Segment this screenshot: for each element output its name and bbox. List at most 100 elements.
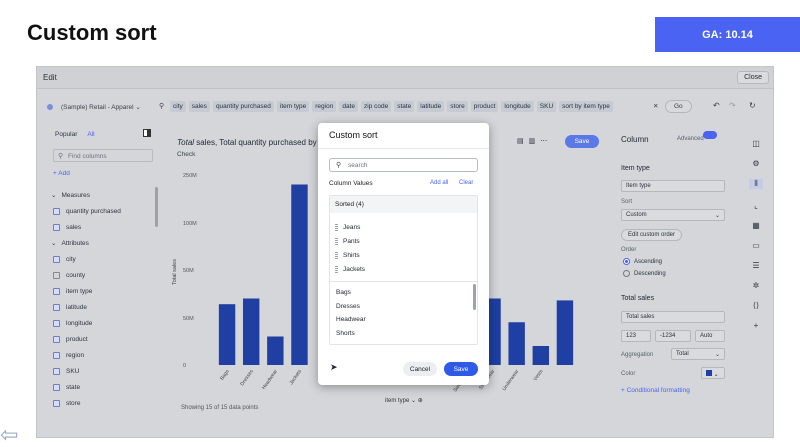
refresh-icon[interactable]: ↻ — [749, 101, 756, 110]
units-select[interactable]: Auto — [695, 330, 725, 342]
bar-watches[interactable] — [556, 300, 574, 365]
add-column-link[interactable]: + Add — [53, 170, 70, 177]
undo-icon[interactable]: ↶ — [713, 101, 720, 110]
cancel-button[interactable]: Cancel — [403, 362, 437, 376]
bar-bags[interactable] — [218, 304, 236, 365]
values-search-input[interactable]: ⚲ search — [329, 158, 478, 172]
search-token[interactable]: city — [170, 101, 186, 112]
negative-format-select[interactable]: -1234 — [655, 330, 691, 342]
item-type-field[interactable]: Item type — [621, 180, 725, 192]
checkbox[interactable] — [53, 207, 60, 215]
aggregation-select[interactable]: Total ⌄ — [671, 348, 725, 360]
columns-scrollbar[interactable] — [155, 187, 158, 227]
bar-underwear[interactable] — [508, 322, 525, 365]
ascending-radio[interactable]: Ascending — [623, 258, 662, 265]
checkbox[interactable] — [53, 351, 60, 359]
bug-icon[interactable]: ✲ — [749, 281, 763, 290]
x-axis-label[interactable]: item type ⌄ ⊕ — [385, 397, 423, 404]
advanced-toggle[interactable] — [703, 131, 717, 139]
descending-radio[interactable]: Descending — [623, 270, 666, 277]
column-item[interactable]: city — [51, 251, 155, 267]
drag-handle-icon[interactable] — [335, 251, 338, 259]
conditional-formatting-link[interactable]: + Conditional formatting — [621, 387, 690, 394]
color-picker[interactable]: ⌄ — [701, 367, 725, 379]
bar-headwear[interactable] — [267, 336, 284, 366]
tab-popular[interactable]: Popular — [55, 131, 77, 138]
find-columns-input[interactable]: ⚲ Find columns — [53, 149, 153, 162]
go-button[interactable]: Go — [665, 100, 692, 113]
search-token[interactable]: sort by item type — [559, 101, 613, 112]
number-format-select[interactable]: 123 — [621, 330, 651, 342]
display-icon[interactable]: ▭ — [749, 241, 763, 250]
search-token[interactable]: quantity purchased — [212, 101, 274, 112]
search-token[interactable]: longitude — [501, 101, 534, 112]
checkbox[interactable] — [53, 223, 60, 231]
column-item[interactable]: sales — [51, 219, 155, 235]
plus-icon[interactable]: + — [749, 321, 763, 330]
sorted-value-item[interactable]: Jeans — [330, 220, 477, 234]
unsorted-value-item[interactable]: Dresses — [330, 300, 477, 314]
search-token[interactable]: store — [447, 101, 468, 112]
search-token[interactable]: date — [339, 101, 358, 112]
axis-icon[interactable]: ⌞ — [749, 201, 763, 210]
column-section-header[interactable]: ⌄ Attributes — [51, 235, 155, 251]
checkbox[interactable] — [53, 255, 60, 263]
checkbox[interactable] — [53, 271, 60, 279]
drag-handle-icon[interactable] — [335, 265, 338, 273]
unsorted-value-item[interactable]: Bags — [330, 286, 477, 300]
sorted-value-item[interactable]: Shirts — [330, 248, 477, 262]
search-token[interactable]: state — [394, 101, 415, 112]
grid-icon[interactable]: ▦ — [749, 221, 763, 230]
datasource-selector[interactable]: (Sample) Retail - Apparel ⌄ — [61, 103, 141, 111]
search-token[interactable]: sales — [188, 101, 210, 112]
search-tokens[interactable]: city sales quantity purchased item type regi… — [170, 101, 613, 112]
column-item[interactable]: county — [51, 267, 155, 283]
checkbox[interactable] — [53, 303, 60, 311]
save-button[interactable]: Save — [444, 362, 478, 376]
drag-handle-icon[interactable] — [335, 237, 338, 245]
panel-toggle-icon[interactable] — [143, 129, 151, 137]
search-token[interactable]: product — [470, 101, 499, 112]
search-token[interactable]: SKU — [536, 101, 557, 112]
checkbox[interactable] — [53, 399, 60, 407]
column-item[interactable]: state — [51, 379, 155, 395]
tab-all[interactable]: All — [87, 131, 94, 138]
bar-vests[interactable] — [532, 346, 550, 365]
add-all-link[interactable]: Add all — [430, 180, 448, 186]
column-item[interactable]: store — [51, 395, 155, 411]
search-token[interactable]: zip code — [360, 101, 392, 112]
checkbox[interactable] — [53, 383, 60, 391]
search-token[interactable]: region — [312, 101, 337, 112]
total-sales-field[interactable]: Total sales — [621, 311, 725, 323]
sort-select[interactable]: Custom ⌄ — [621, 209, 725, 221]
bar-jackets[interactable] — [291, 184, 308, 366]
sorted-value-item[interactable]: Jackets — [330, 262, 477, 276]
code-icon[interactable]: ⟨⟩ — [749, 301, 763, 310]
column-item[interactable]: latitude — [51, 299, 155, 315]
column-item[interactable]: region — [51, 347, 155, 363]
search-token[interactable]: latitude — [417, 101, 445, 112]
search-token[interactable]: item type — [276, 101, 310, 112]
checkbox[interactable] — [53, 287, 60, 295]
columns-icon[interactable]: ⫴ — [749, 179, 763, 189]
column-item[interactable]: SKU — [51, 363, 155, 379]
bar-dresses[interactable] — [242, 298, 260, 366]
column-item[interactable]: product — [51, 331, 155, 347]
back-arrow-icon[interactable]: ⇦ — [0, 424, 18, 446]
y-axis-label[interactable]: Total sales — [172, 259, 178, 285]
edit-custom-order-button[interactable]: Edit custom order — [621, 229, 683, 241]
close-button[interactable]: Close — [737, 71, 769, 84]
drag-handle-icon[interactable] — [335, 223, 338, 231]
redo-icon[interactable]: ↷ — [729, 101, 736, 110]
sorted-value-item[interactable]: Pants — [330, 234, 477, 248]
column-item[interactable]: item type — [51, 283, 155, 299]
column-item[interactable]: quantity purchased — [51, 203, 155, 219]
checkbox[interactable] — [53, 319, 60, 327]
clear-search-icon[interactable]: ✕ — [653, 102, 658, 110]
values-scrollbar[interactable] — [473, 284, 476, 310]
list-icon[interactable]: ☰ — [749, 261, 763, 270]
clear-link[interactable]: Clear — [459, 180, 473, 186]
column-section-header[interactable]: ⌄ Measures — [51, 187, 155, 203]
chart-icon[interactable]: ◫ — [749, 139, 763, 148]
unsorted-value-item[interactable]: Headwear — [330, 313, 477, 327]
